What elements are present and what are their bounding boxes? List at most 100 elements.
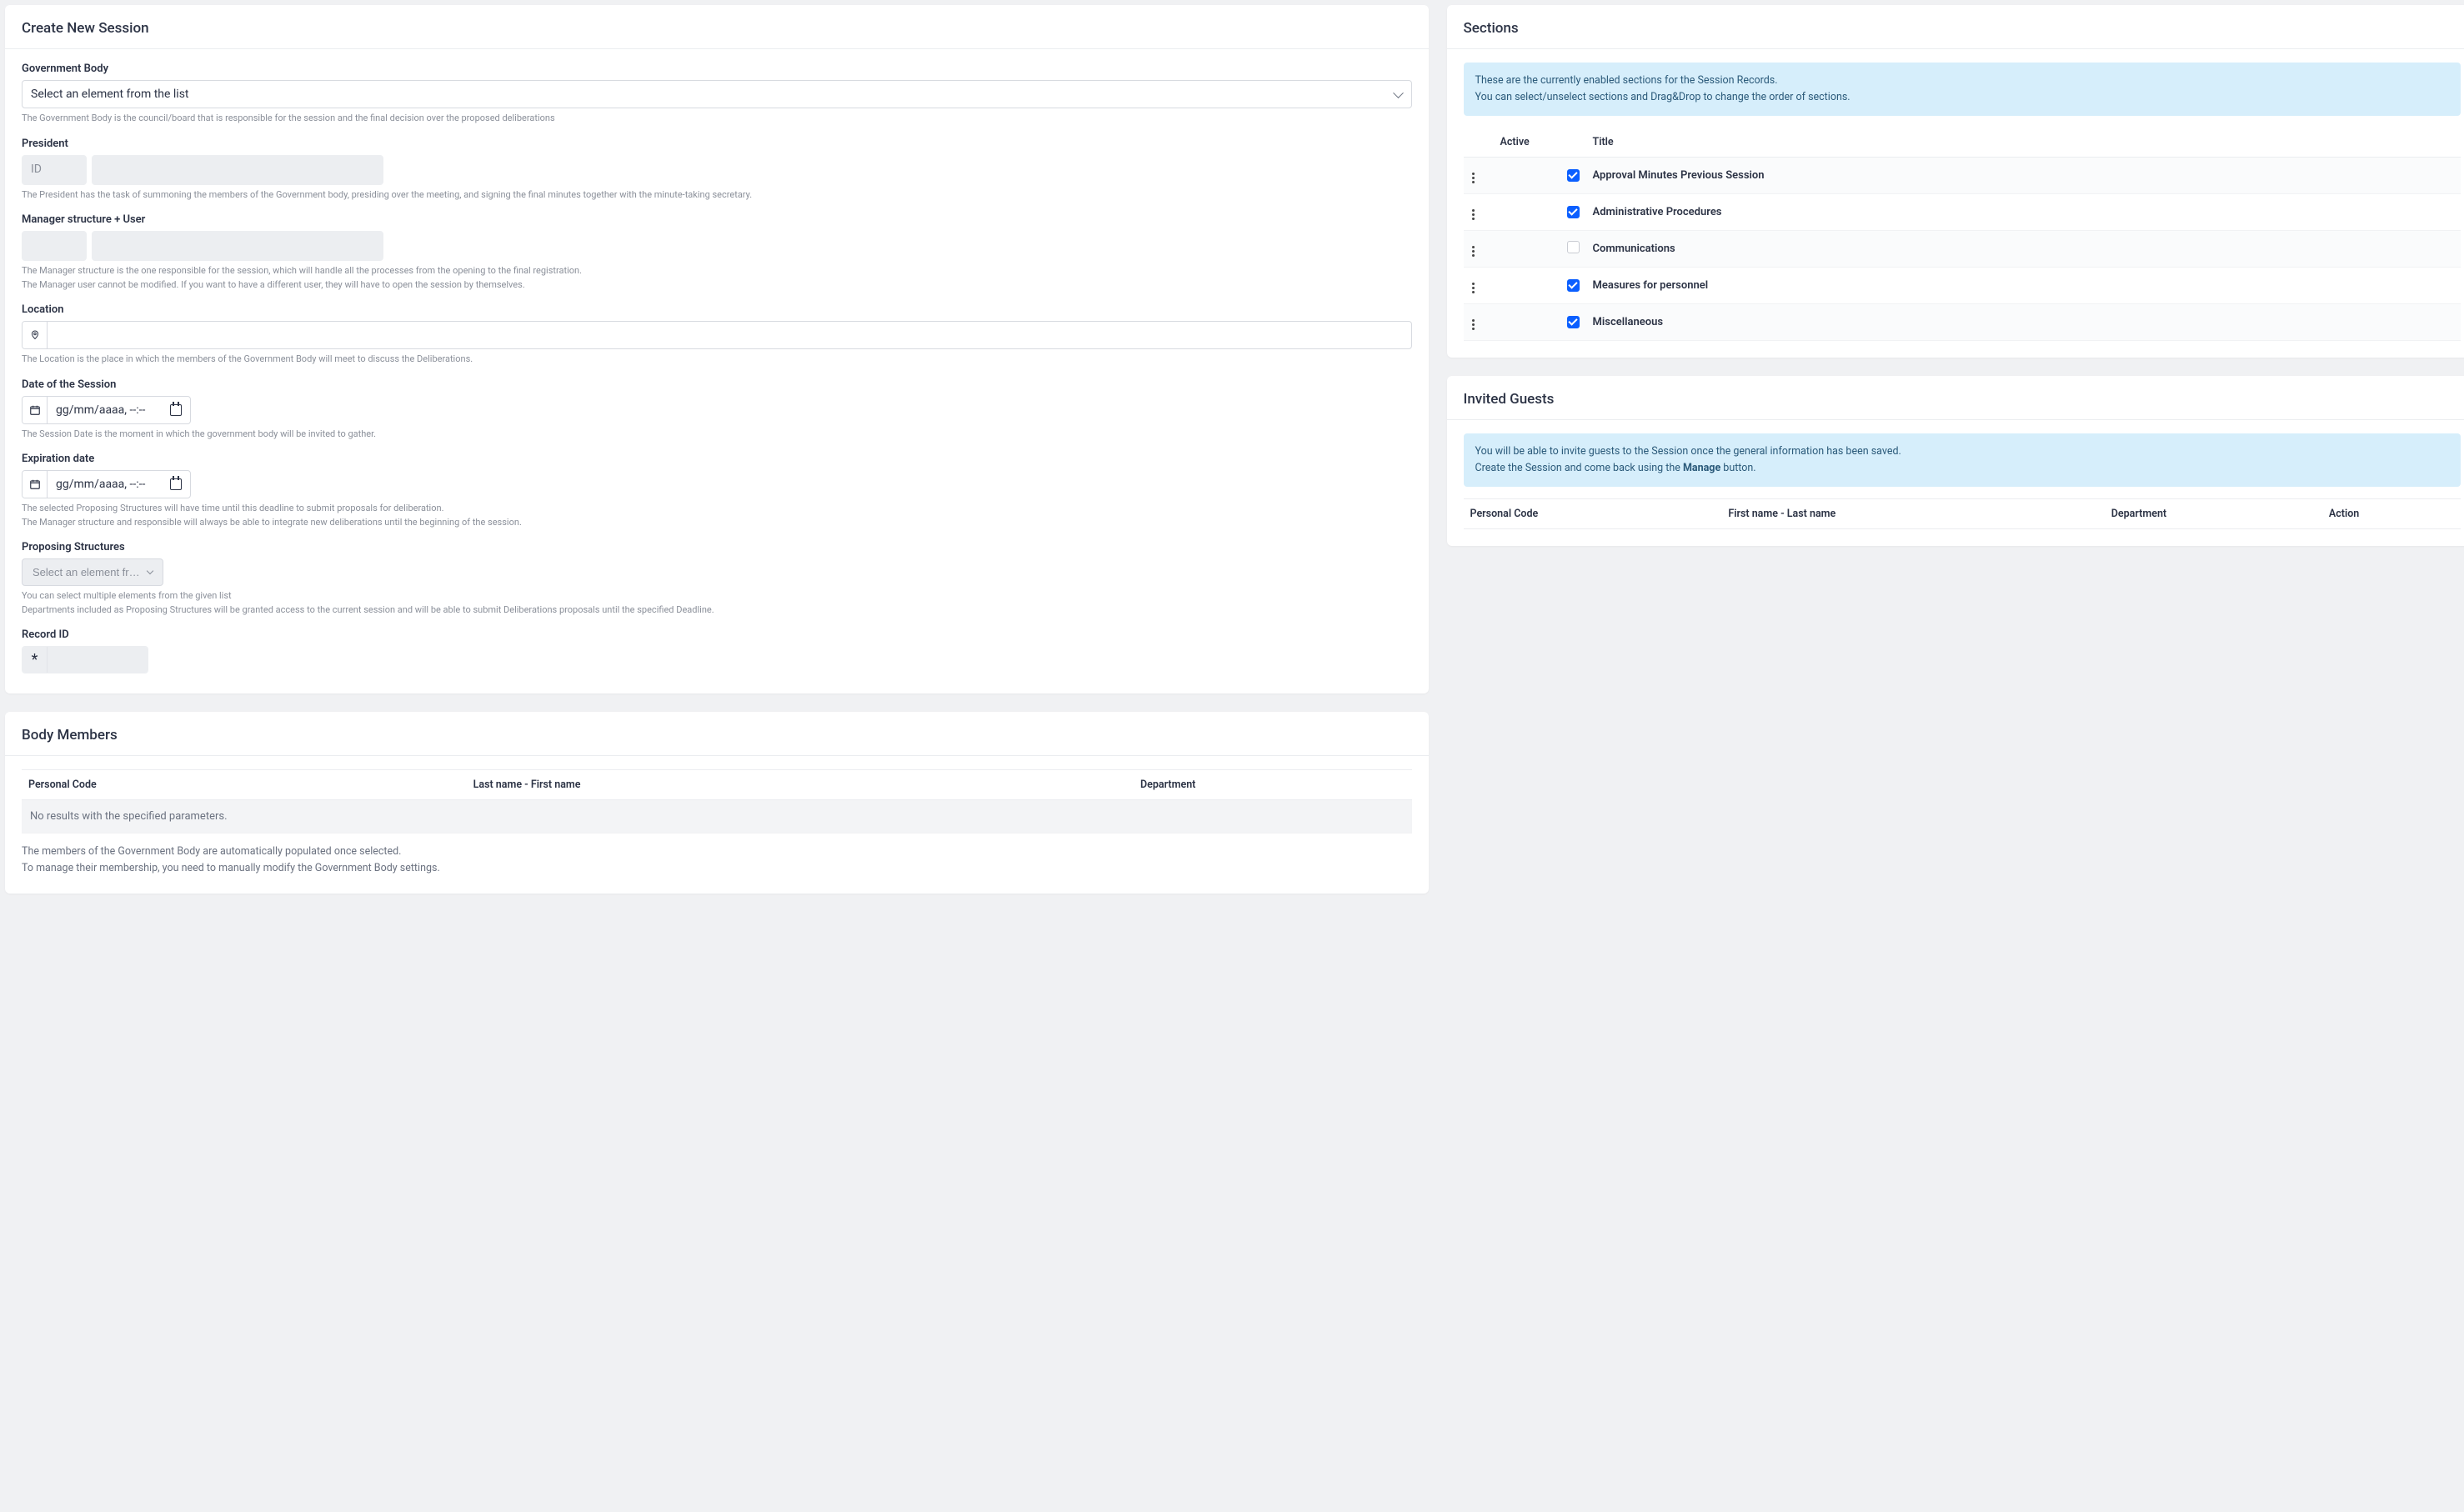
map-pin-icon: [23, 322, 48, 348]
col-action: Action: [2322, 499, 2461, 529]
drag-handle-icon[interactable]: [1470, 171, 1476, 185]
president-id-field: ID: [22, 155, 87, 185]
location-field[interactable]: [48, 322, 1411, 348]
government-body-placeholder: Select an element from the list: [31, 88, 189, 101]
page-title: Create New Session: [22, 20, 1412, 37]
invited-guests-card: Invited Guests You will be able to invit…: [1447, 376, 2464, 546]
section-title: Miscellaneous: [1586, 304, 2461, 341]
section-row: Measures for personnel: [1464, 268, 2461, 304]
calendar-picker-icon[interactable]: [170, 478, 182, 490]
col-name: First name - Last name: [1721, 499, 2104, 529]
guests-manage-bold: Manage: [1683, 462, 1720, 474]
card-header: Invited Guests: [1447, 376, 2464, 420]
session-date-group: Date of the Session gg/mm/aaaa, --:-- Th…: [22, 378, 1412, 442]
expiration-date-input-group[interactable]: gg/mm/aaaa, --:--: [22, 470, 191, 498]
chevron-down-icon: [147, 568, 153, 574]
card-header: Create New Session: [5, 5, 1429, 49]
section-active-checkbox[interactable]: [1567, 316, 1580, 328]
drag-handle-icon[interactable]: [1470, 318, 1476, 332]
col-name: Last name - First name: [467, 770, 1134, 800]
section-row: Communications: [1464, 231, 2461, 268]
col-department: Department: [1134, 770, 1412, 800]
drag-handle-icon[interactable]: [1470, 244, 1476, 258]
record-id-label: Record ID: [22, 628, 1412, 641]
manager-structure-field: [22, 231, 87, 261]
manager-help-line1: The Manager structure is the one respons…: [22, 265, 582, 276]
president-label: President: [22, 138, 1412, 150]
record-id-input-group: *: [22, 646, 148, 673]
session-date-value: gg/mm/aaaa, --:--: [56, 403, 145, 417]
location-label: Location: [22, 303, 1412, 316]
session-date-field[interactable]: gg/mm/aaaa, --:--: [48, 397, 190, 423]
no-results-row: No results with the specified parameters…: [22, 800, 1412, 834]
expiration-date-help: The selected Proposing Structures will h…: [22, 502, 1412, 529]
president-name-field: [92, 155, 383, 185]
sections-table: Active Title Approval Minutes Previous S…: [1464, 128, 2461, 341]
calendar-icon: [23, 471, 48, 498]
body-members-table: Personal Code Last name - First name Dep…: [22, 769, 1412, 834]
sections-info-alert: These are the currently enabled sections…: [1464, 63, 2461, 116]
section-title: Measures for personnel: [1586, 268, 2461, 304]
proposing-structures-help: You can select multiple elements from th…: [22, 589, 1412, 617]
section-title: Communications: [1586, 231, 2461, 268]
expiration-help-line2: The Manager structure and responsible wi…: [22, 517, 522, 528]
president-group: President ID The President has the task …: [22, 138, 1412, 203]
body-members-help-line1: The members of the Government Body are a…: [22, 845, 401, 858]
session-date-label: Date of the Session: [22, 378, 1412, 391]
section-active-checkbox[interactable]: [1567, 279, 1580, 292]
expiration-date-group: Expiration date gg/mm/aaaa, --:-- The se…: [22, 453, 1412, 529]
drag-handle-icon[interactable]: [1470, 281, 1476, 295]
drag-handle-icon[interactable]: [1470, 208, 1476, 222]
col-personal-code: Personal Code: [1464, 499, 1722, 529]
section-active-checkbox[interactable]: [1567, 169, 1580, 182]
body-members-help-line2: To manage their membership, you need to …: [22, 862, 440, 874]
sections-info-line2: You can select/unselect sections and Dra…: [1475, 91, 1851, 103]
no-results-text: No results with the specified parameters…: [22, 800, 1412, 834]
guests-table: Personal Code First name - Last name Dep…: [1464, 498, 2461, 529]
proposing-structures-label: Proposing Structures: [22, 541, 1412, 553]
session-date-help: The Session Date is the moment in which …: [22, 428, 1412, 442]
section-title: Approval Minutes Previous Session: [1586, 158, 2461, 194]
manager-label: Manager structure + User: [22, 213, 1412, 226]
government-body-label: Government Body: [22, 63, 1412, 75]
expiration-date-label: Expiration date: [22, 453, 1412, 465]
section-title: Administrative Procedures: [1586, 194, 2461, 231]
proposing-structures-select[interactable]: Select an element from the list: [22, 558, 163, 586]
calendar-icon: [23, 397, 48, 423]
body-members-help: The members of the Government Body are a…: [22, 844, 1412, 877]
location-input-group: [22, 321, 1412, 349]
guests-info-line1: You will be able to invite guests to the…: [1475, 445, 1901, 458]
body-members-card: Body Members Personal Code Last name - F…: [5, 712, 1429, 894]
guests-info-line2: Create the Session and come back using t…: [1475, 462, 1756, 474]
col-department: Department: [2105, 499, 2322, 529]
government-body-help: The Government Body is the council/board…: [22, 112, 1412, 126]
card-header: Body Members: [5, 712, 1429, 756]
expiration-date-value: gg/mm/aaaa, --:--: [56, 478, 145, 491]
section-row: Administrative Procedures: [1464, 194, 2461, 231]
president-help: The President has the task of summoning …: [22, 188, 1412, 203]
expiration-help-line1: The selected Proposing Structures will h…: [22, 503, 443, 513]
calendar-picker-icon[interactable]: [170, 404, 182, 416]
section-active-checkbox[interactable]: [1567, 241, 1580, 253]
proposing-structures-button-text: Select an element from the list: [33, 566, 143, 578]
col-active: Active: [1494, 128, 1560, 158]
location-group: Location The Location is the place in wh…: [22, 303, 1412, 367]
section-row: Approval Minutes Previous Session: [1464, 158, 2461, 194]
sections-info-line1: These are the currently enabled sections…: [1475, 74, 1778, 87]
col-personal-code: Personal Code: [22, 770, 467, 800]
sections-card: Sections These are the currently enabled…: [1447, 5, 2464, 358]
invited-guests-title: Invited Guests: [1464, 391, 2461, 408]
location-help: The Location is the place in which the m…: [22, 353, 1412, 367]
asterisk-icon: *: [23, 647, 48, 673]
government-body-group: Government Body Select an element from t…: [22, 63, 1412, 126]
proposing-help-line2: Departments included as Proposing Struct…: [22, 604, 714, 615]
section-active-checkbox[interactable]: [1567, 206, 1580, 218]
expiration-date-field[interactable]: gg/mm/aaaa, --:--: [48, 471, 190, 498]
col-title: Title: [1586, 128, 2461, 158]
record-id-field: [48, 647, 148, 673]
body-members-title: Body Members: [22, 727, 1412, 743]
session-date-input-group[interactable]: gg/mm/aaaa, --:--: [22, 396, 191, 424]
government-body-select[interactable]: Select an element from the list: [22, 80, 1412, 108]
manager-user-field: [92, 231, 383, 261]
manager-help: The Manager structure is the one respons…: [22, 264, 1412, 292]
